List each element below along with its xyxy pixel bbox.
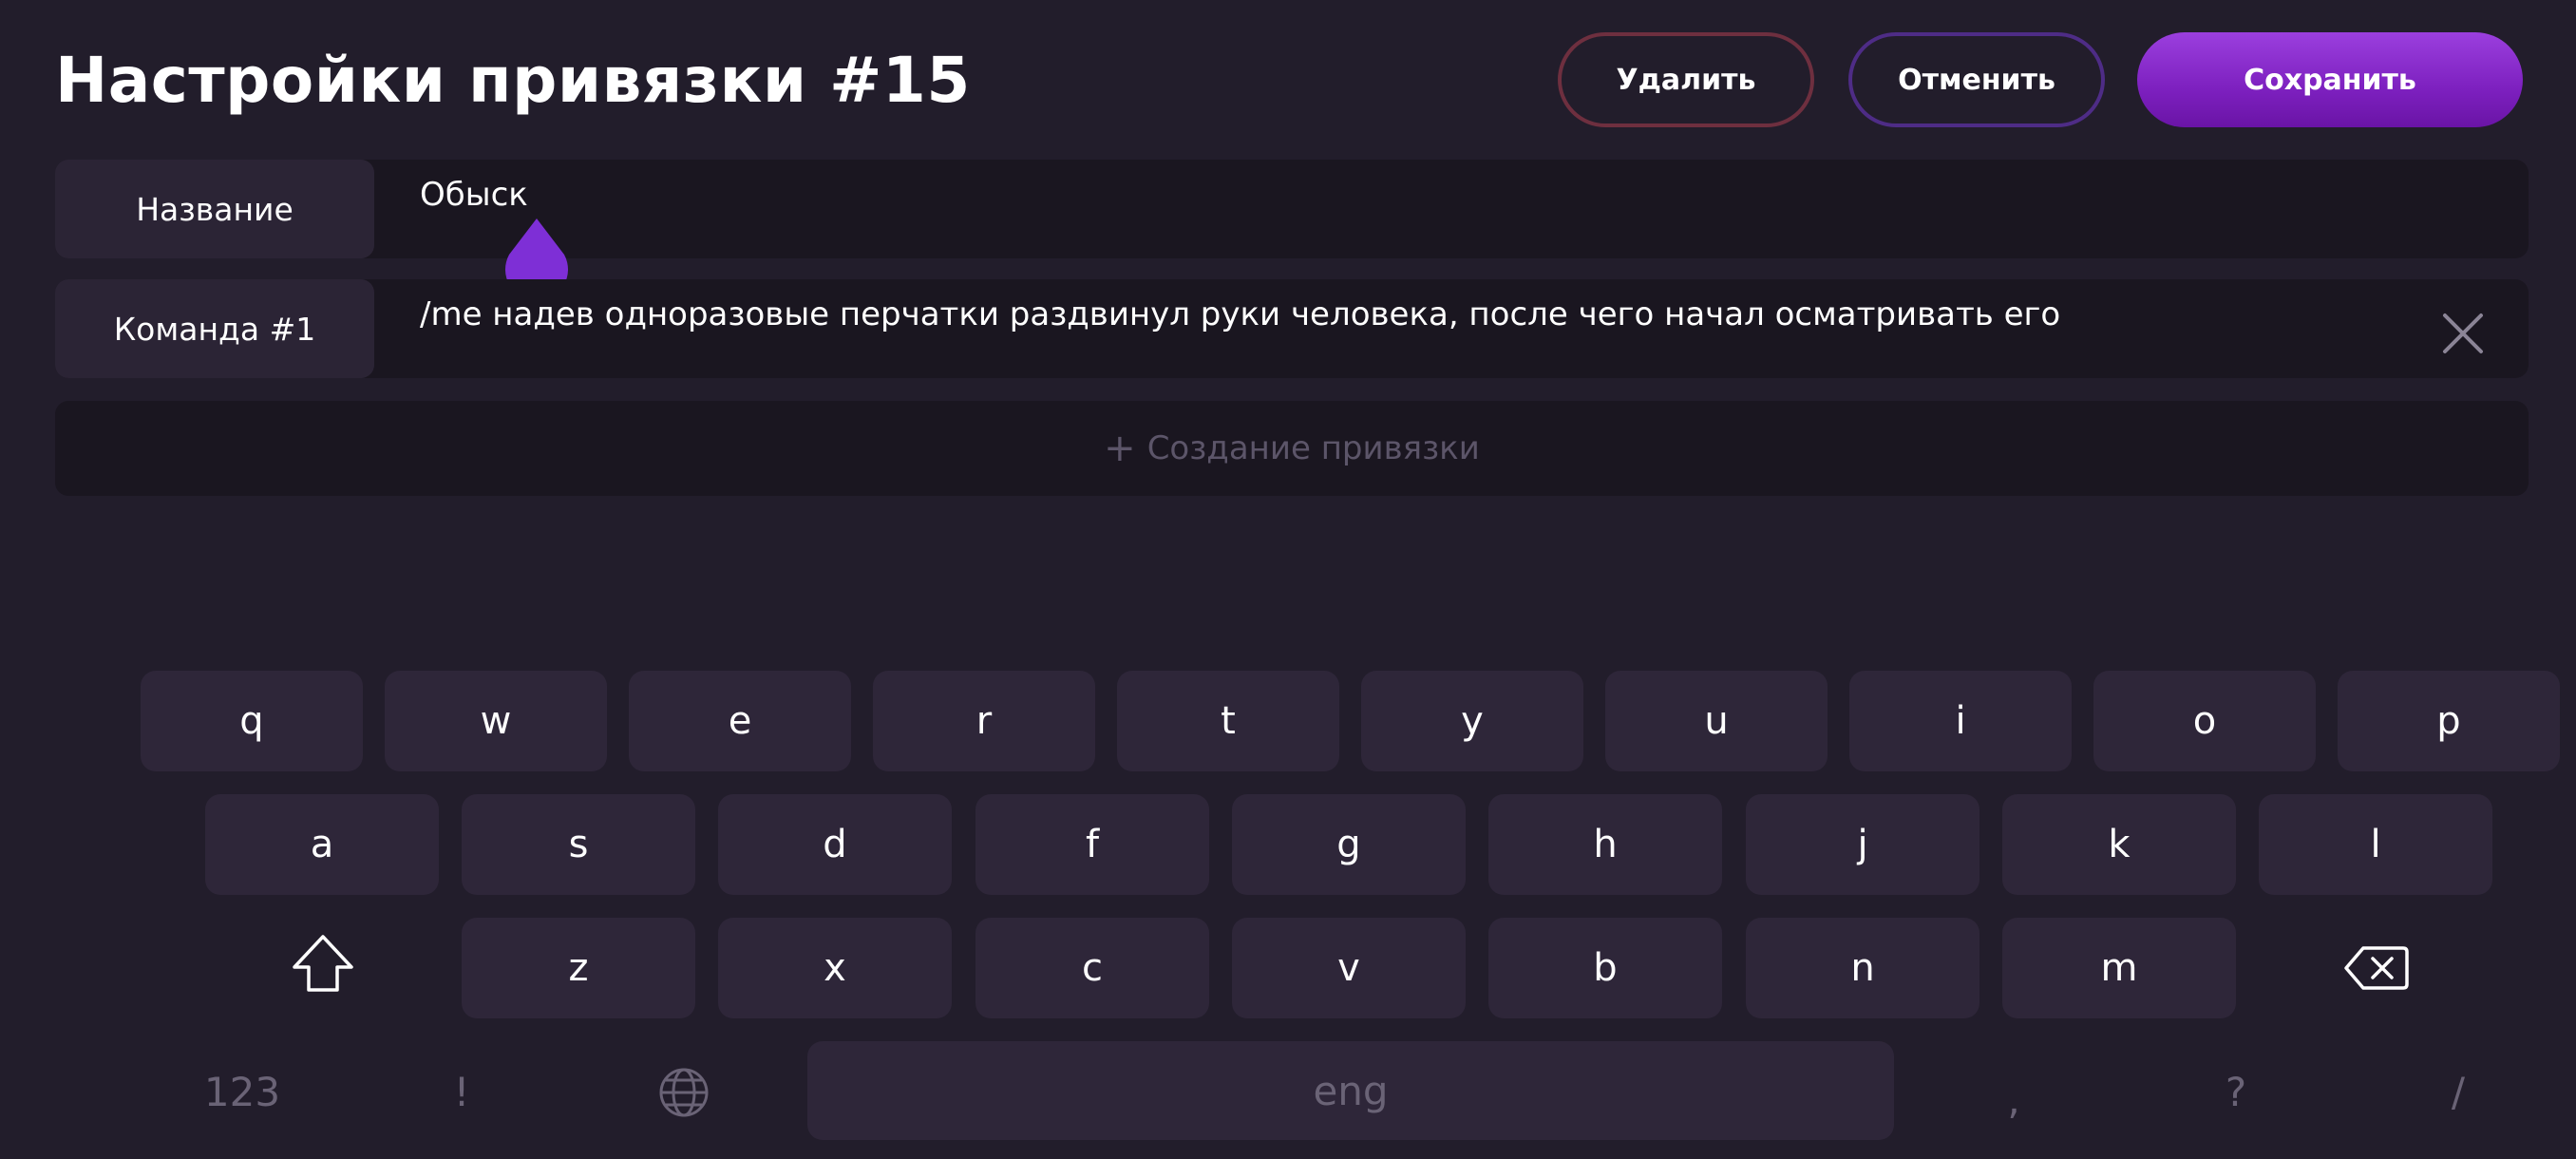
key-b[interactable]: b — [1488, 918, 1722, 1018]
close-icon[interactable] — [2432, 302, 2494, 365]
name-input-value[interactable]: Обыск — [420, 169, 528, 220]
key-f[interactable]: f — [975, 794, 1209, 895]
page-title: Настройки привязки #15 — [55, 44, 971, 117]
command-label: Команда #1 — [55, 279, 374, 378]
backspace-icon[interactable] — [2342, 942, 2411, 994]
plus-icon: + — [1104, 427, 1136, 470]
key-k[interactable]: k — [2002, 794, 2236, 895]
delete-button[interactable]: Удалить — [1558, 32, 1814, 127]
key-x[interactable]: x — [718, 918, 952, 1018]
key-o[interactable]: o — [2093, 671, 2316, 771]
key-u[interactable]: u — [1605, 671, 1828, 771]
add-binding-button[interactable]: + Создание привязки — [55, 401, 2529, 496]
key-v[interactable]: v — [1232, 918, 1466, 1018]
key-w[interactable]: w — [385, 671, 607, 771]
key-e[interactable]: e — [629, 671, 851, 771]
numbers-key[interactable]: 123 — [180, 1041, 304, 1142]
key-q[interactable]: q — [141, 671, 363, 771]
key-t[interactable]: t — [1117, 671, 1339, 771]
key-c[interactable]: c — [975, 918, 1209, 1018]
question-key[interactable]: ? — [2198, 1041, 2274, 1142]
key-y[interactable]: y — [1361, 671, 1583, 771]
key-a[interactable]: a — [205, 794, 439, 895]
key-n[interactable]: n — [1746, 918, 1979, 1018]
space-key[interactable]: eng — [807, 1041, 1894, 1140]
slash-key[interactable]: / — [2420, 1041, 2496, 1142]
key-i[interactable]: i — [1849, 671, 2072, 771]
key-z[interactable]: z — [462, 918, 695, 1018]
key-s[interactable]: s — [462, 794, 695, 895]
globe-icon[interactable] — [657, 1066, 710, 1119]
command-input-value[interactable]: /me надев одноразовые перчатки раздвинул… — [420, 289, 2060, 340]
exclamation-key[interactable]: ! — [424, 1041, 500, 1142]
key-l[interactable]: l — [2259, 794, 2492, 895]
key-g[interactable]: g — [1232, 794, 1466, 895]
key-d[interactable]: d — [718, 794, 952, 895]
name-label: Название — [55, 160, 374, 258]
key-h[interactable]: h — [1488, 794, 1722, 895]
key-j[interactable]: j — [1746, 794, 1979, 895]
key-m[interactable]: m — [2002, 918, 2236, 1018]
save-button[interactable]: Сохранить — [2137, 32, 2523, 127]
shift-icon[interactable] — [285, 931, 361, 998]
add-binding-label: Создание привязки — [1146, 429, 1480, 467]
cancel-button[interactable]: Отменить — [1848, 32, 2105, 127]
key-p[interactable]: p — [2338, 671, 2560, 771]
key-r[interactable]: r — [873, 671, 1095, 771]
comma-key[interactable]: , — [1976, 1049, 2052, 1150]
